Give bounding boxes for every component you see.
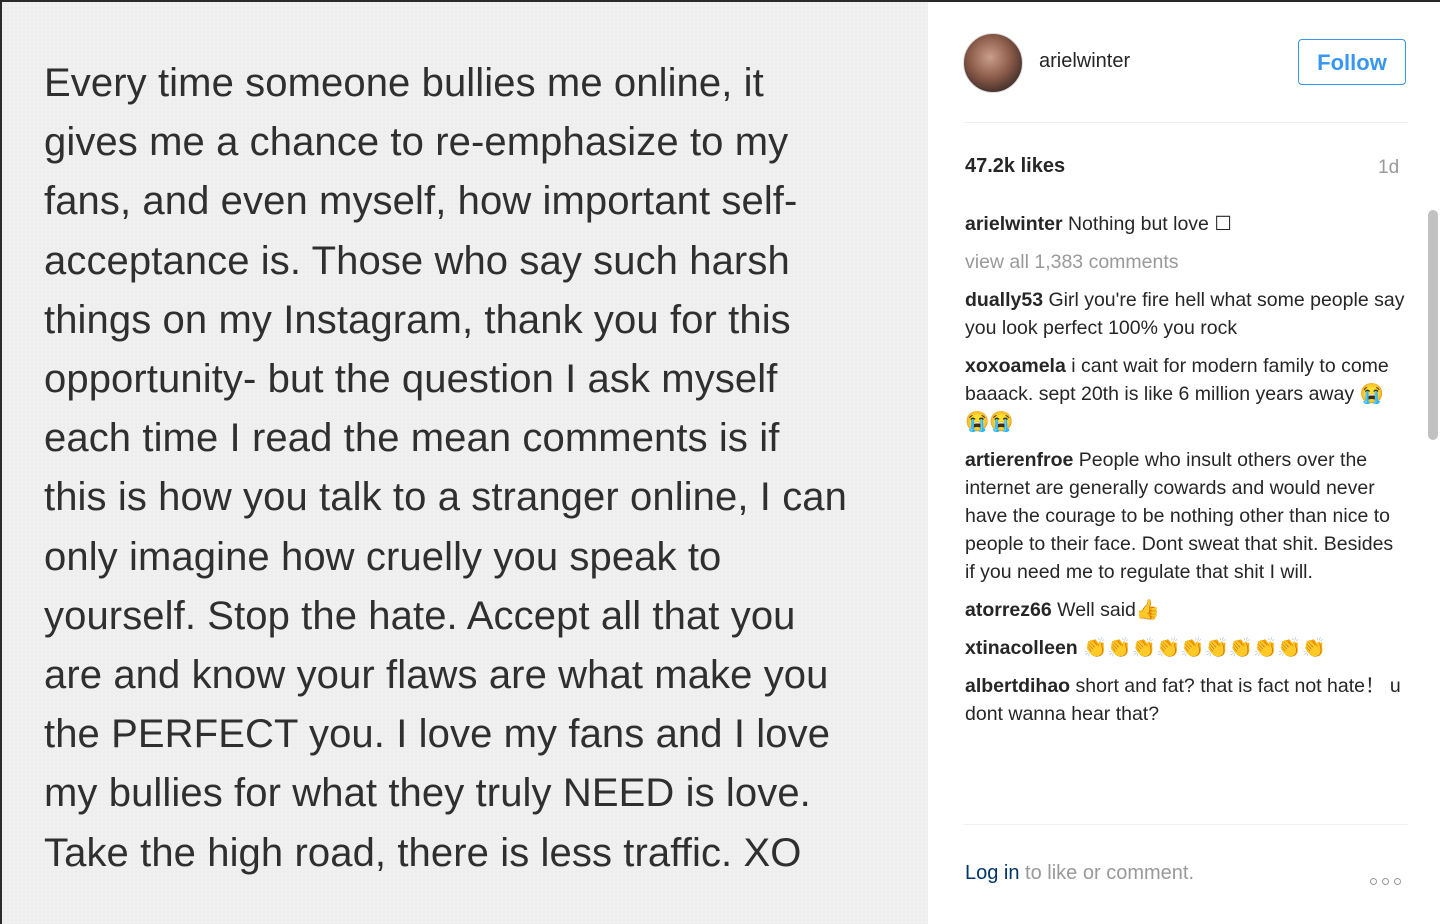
comment-username[interactable]: xoxoamela [965,355,1066,377]
likes-count[interactable]: 47.2k likes [965,155,1065,178]
post-line: gives me a chance to re-emphasize to my [44,120,789,165]
avatar[interactable] [963,33,1023,93]
dot-icon [1394,878,1401,885]
comment-text: Nothing but love ☐ [1067,213,1232,235]
post-line: opportunity- but the question I ask myse… [44,357,778,402]
post-line: Take the high road, there is less traffi… [44,830,802,875]
comment-text: Well said👍 [1057,599,1161,621]
username-link[interactable]: arielwinter [1039,50,1130,73]
comment-username[interactable]: albertdihao [965,675,1070,697]
post-line: fans, and even myself, how important sel… [44,179,798,224]
post-time[interactable]: 1d [1378,157,1399,179]
dot-icon [1370,878,1377,885]
instagram-post-window: Every time someone bullies me online, it… [0,0,1440,924]
comment-username[interactable]: atorrez66 [965,599,1052,621]
list-item: xoxoamela i cant wait for modern family … [965,352,1405,436]
dot-icon [1382,878,1389,885]
list-item: xtinacolleen 👏👏👏👏👏👏👏👏👏👏 [965,634,1405,662]
comment-username[interactable]: dually53 [965,289,1043,311]
post-line: each time I read the mean comments is if [44,416,780,461]
post-line: are and know your flaws are what make yo… [44,653,829,698]
post-line: the PERFECT you. I love my fans and I lo… [44,712,831,757]
post-image: Every time someone bullies me online, it… [0,0,928,924]
post-image-text: Every time someone bullies me online, it… [44,54,914,883]
comment-username[interactable]: arielwinter [965,213,1063,235]
divider [964,824,1408,825]
login-link[interactable]: Log in [965,862,1020,884]
post-line: only imagine how cruelly you speak to [44,534,722,579]
post-line: yourself. Stop the hate. Accept all that… [44,593,796,638]
post-line: my bullies for what they truly NEED is l… [44,771,811,816]
post-line: acceptance is. Those who say such harsh [44,238,790,283]
login-prompt-text: to like or comment. [1019,862,1195,884]
post-line: things on my Instagram, thank you for th… [44,297,791,342]
comment-username[interactable]: artierenfroe [965,449,1073,471]
caption: arielwinter Nothing but love ☐ [965,210,1405,238]
follow-button[interactable]: Follow [1298,39,1406,85]
login-prompt: Log in to like or comment. [965,862,1194,885]
post-header: arielwinter Follow [928,2,1440,122]
comment-username[interactable]: xtinacolleen [965,637,1078,659]
divider [964,122,1408,123]
list-item: artierenfroe People who insult others ov… [965,446,1405,586]
more-options-icon[interactable] [1370,872,1410,885]
post-line: this is how you talk to a stranger onlin… [44,475,848,520]
post-line: Every time someone bullies me online, it [44,61,764,105]
comments-scrollbar[interactable] [1428,210,1438,440]
list-item: dually53 Girl you're fire hell what some… [965,286,1405,342]
view-all-comments-link[interactable]: view all 1,383 comments [965,248,1405,276]
comment-text: 👏👏👏👏👏👏👏👏👏👏 [1083,637,1326,659]
comments-list: arielwinter Nothing but love ☐ view all … [965,210,1405,822]
list-item: atorrez66 Well said👍 [965,596,1405,624]
post-side-panel: arielwinter Follow 47.2k likes 1d arielw… [928,0,1440,924]
list-item: albertdihao short and fat? that is fact … [965,672,1405,728]
